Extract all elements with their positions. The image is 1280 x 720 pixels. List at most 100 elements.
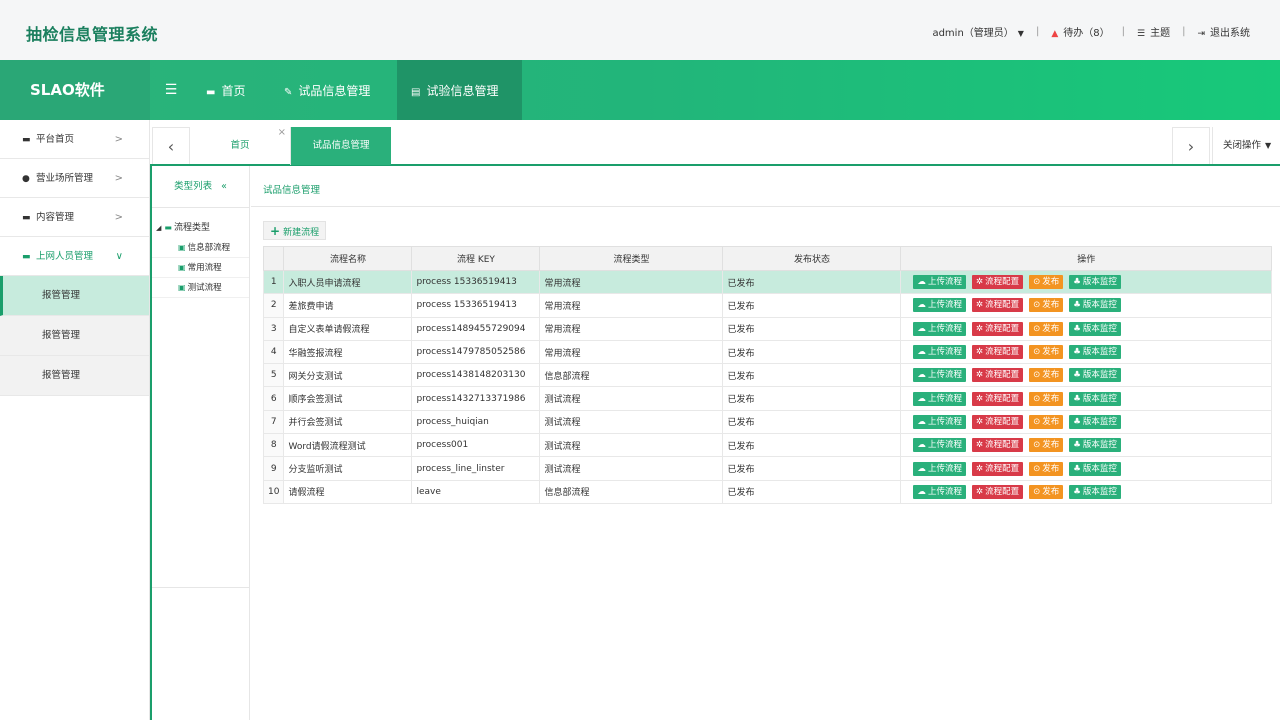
table-row[interactable]: 2 差旅费申请 process 15336519413 常用流程 已发布 ☁ 上传流程 ✲ 流程… [262,293,1272,318]
tree-root[interactable]: ◢ ▬ 流程类型 [152,218,249,238]
tab-sample-info[interactable]: 试品信息管理 [291,127,391,165]
cloud-upload-icon: ☁ [917,370,926,381]
tree-node[interactable]: ▣ 测试流程 [152,278,249,298]
upload-process-button[interactable]: ☁ 上传流程 [913,275,966,290]
column-header[interactable]: 发布状态 [722,246,902,271]
version-monitor-button[interactable]: ♣ 版本监控 [1069,391,1121,406]
publish-button[interactable]: ⊙ 发布 [1029,298,1064,313]
logout-link[interactable]: ⇥ 退出系统 [1197,24,1250,39]
operations-cell: ☁ 上传流程 ✲ 流程配置 ⊙ 发布 ♣ 版本监控 [900,363,1272,388]
process-type-cell: 常用流程 [539,269,724,295]
publish-button[interactable]: ⊙ 发布 [1029,275,1064,290]
publish-button[interactable]: ⊙ 发布 [1029,461,1064,476]
version-monitor-button[interactable]: ♣ 版本监控 [1069,321,1121,336]
expand-triangle-icon[interactable]: ◢ [156,224,161,232]
sidebar-item-label: 上网人员管理 [36,251,94,262]
sitemap-icon: ♣ [1073,323,1081,334]
upload-process-button[interactable]: ☁ 上传流程 [913,484,966,499]
upload-process-button[interactable]: ☁ 上传流程 [913,368,966,383]
publish-button[interactable]: ⊙ 发布 [1029,391,1064,406]
user-menu[interactable]: admin（管理员） ▼ [932,24,1024,39]
column-header[interactable]: 流程类型 [539,246,724,271]
op-label: 上传流程 [927,486,962,497]
table-row[interactable]: 8 Word请假流程测试 process001 测试流程 已发布 ☁ 上传流程 ✲ 流程配置 ⊙ 发… [262,433,1272,458]
version-monitor-button[interactable]: ♣ 版本监控 [1069,298,1121,313]
tree-node[interactable]: ▣ 常用流程 [152,258,249,278]
process-config-button[interactable]: ✲ 流程配置 [971,368,1024,383]
upload-process-button[interactable]: ☁ 上传流程 [913,345,966,360]
table-row[interactable]: 5 网关分支测试 process1438148203130 信息部流程 已发布 ☁ 上传流程… [262,363,1272,388]
process-config-button[interactable]: ✲ 流程配置 [971,275,1024,290]
sidebar-item-platform-home[interactable]: ▬ 平台首页 > [0,120,149,159]
publish-status-cell: 已发布 [722,433,902,458]
process-name-cell: 请假流程 [283,479,413,504]
upload-process-button[interactable]: ☁ 上传流程 [913,414,966,429]
version-monitor-button[interactable]: ♣ 版本监控 [1069,345,1121,360]
version-monitor-button[interactable]: ♣ 版本监控 [1069,461,1121,476]
sitemap-icon: ♣ [1073,370,1081,381]
sidebar-item-business-venue[interactable]: ● 营业场所管理 > [0,159,149,198]
publish-status-cell: 已发布 [722,316,902,341]
tab-scroll-left-icon[interactable]: ‹ [152,127,190,164]
process-config-button[interactable]: ✲ 流程配置 [971,321,1024,336]
upload-process-button[interactable]: ☁ 上传流程 [913,461,966,476]
table-row[interactable]: 4 华融签报流程 process1479785052586 常用流程 已发布 ☁ 上传流程 ✲… [262,339,1272,365]
sidebar-subitem[interactable]: 报管管理 [0,316,149,356]
upload-process-button[interactable]: ☁ 上传流程 [913,438,966,453]
process-config-button[interactable]: ✲ 流程配置 [971,414,1024,429]
nav-item-sample-info[interactable]: ✎ 试品信息管理 [270,60,384,120]
table-row[interactable]: 6 顺序会签测试 process1432713371986 测试流程 已发布 ☁ 上传流程 ✲… [262,386,1272,411]
tab-scroll-right-icon[interactable]: › [1172,127,1210,164]
publish-button[interactable]: ⊙ 发布 [1029,484,1064,499]
version-monitor-button[interactable]: ♣ 版本监控 [1069,275,1121,290]
upload-process-button[interactable]: ☁ 上传流程 [913,298,966,313]
todo-link[interactable]: ▲ 待办（8） [1051,24,1109,39]
table-row[interactable]: 9 分支监听测试 process_line_linster 测试流程 已发布 ☁ 上传流程 ✲… [262,456,1272,481]
process-config-button[interactable]: ✲ 流程配置 [971,298,1024,313]
process-config-button[interactable]: ✲ 流程配置 [971,484,1024,499]
op-label: 流程配置 [985,440,1020,451]
table-header-row: 流程名称 流程 KEY 流程类型 发布状态 操作 [262,246,1272,271]
system-title: 抽检信息管理系统 [26,25,159,44]
upload-process-button[interactable]: ☁ 上传流程 [913,321,966,336]
tree-node[interactable]: ▣ 信息部流程 [152,238,249,258]
tab-label: 首页 [230,140,250,151]
op-label: 上传流程 [927,463,962,474]
nav-item-test-info[interactable]: ▤ 试验信息管理 [397,60,522,120]
publish-button[interactable]: ⊙ 发布 [1029,438,1064,453]
sidebar-item-internet-users[interactable]: ▬ 上网人员管理 ∨ [0,237,149,276]
menu-toggle-icon[interactable]: ☰ [160,60,182,120]
theme-link[interactable]: ☰ 主题 [1137,24,1170,39]
collapse-icon[interactable]: « [221,181,227,192]
publish-icon: ⊙ [1033,300,1041,311]
publish-button[interactable]: ⊙ 发布 [1029,321,1064,336]
column-header[interactable]: 流程 KEY [411,246,541,271]
process-config-button[interactable]: ✲ 流程配置 [971,438,1024,453]
process-key-cell: process1489455729094 [411,316,541,341]
sidebar-subitem[interactable]: 报管管理 [0,356,149,396]
cloud-upload-icon: ☁ [917,463,926,474]
version-monitor-button[interactable]: ♣ 版本监控 [1069,484,1121,499]
publish-button[interactable]: ⊙ 发布 [1029,414,1064,429]
publish-button[interactable]: ⊙ 发布 [1029,345,1064,360]
version-monitor-button[interactable]: ♣ 版本监控 [1069,414,1121,429]
nav-item-home[interactable]: ▬ 首页 [192,60,259,120]
column-header[interactable]: 流程名称 [283,246,413,271]
sidebar-subitem[interactable]: 报管管理 [0,276,149,316]
version-monitor-button[interactable]: ♣ 版本监控 [1069,368,1121,383]
process-config-button[interactable]: ✲ 流程配置 [971,345,1024,360]
table-row[interactable]: 10 请假流程 leave 信息部流程 已发布 ☁ 上传流程 ✲ 流程配置 ⊙ 发布 ♣ 版本监控 [262,479,1272,504]
new-process-button[interactable]: + 新建流程 [263,221,327,240]
upload-process-button[interactable]: ☁ 上传流程 [913,391,966,406]
publish-button[interactable]: ⊙ 发布 [1029,368,1064,383]
version-monitor-button[interactable]: ♣ 版本监控 [1069,438,1121,453]
table-row[interactable]: 3 自定义表单请假流程 process1489455729094 常用流程 已发布 ☁ 上传… [262,316,1272,341]
sidebar-item-content[interactable]: ▬ 内容管理 > [0,198,149,237]
close-operations-dropdown[interactable]: 关闭操作 ▼ [1212,127,1280,164]
table-row[interactable]: 1 入职人员申请流程 process 15336519413 常用流程 已发布 ☁ 上传流程… [262,269,1272,295]
process-config-button[interactable]: ✲ 流程配置 [971,461,1024,476]
process-config-button[interactable]: ✲ 流程配置 [971,391,1024,406]
table-row[interactable]: 7 并行会签测试 process_huiqian 测试流程 已发布 ☁ 上传流程 ✲ 流程配置 ⊙… [262,409,1272,435]
tab-home[interactable]: 首页 × [190,127,291,165]
close-icon[interactable]: × [278,114,286,152]
